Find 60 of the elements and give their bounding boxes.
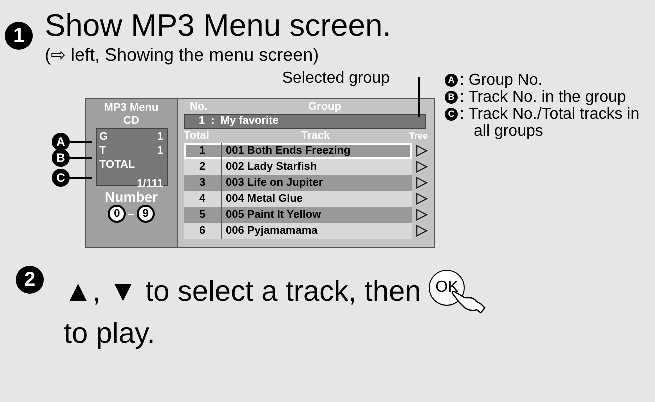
track-name: 002 Lady Starfish (225, 160, 318, 175)
triangle-icon (416, 209, 428, 221)
group-number: 1 (199, 115, 206, 128)
track-row[interactable]: 3 003 Life on Jupiter (184, 175, 412, 191)
step-instruction: to play. (64, 317, 156, 352)
group-separator: : (211, 115, 215, 128)
track-row[interactable]: 2 002 Lady Starfish (184, 159, 412, 175)
track-number: 6 (184, 223, 222, 239)
callout-label: Selected group (282, 70, 390, 88)
leader-line (70, 141, 92, 143)
info-label: T (100, 145, 106, 158)
step-note: (⇨ left, Showing the menu screen) (45, 44, 320, 66)
leader-line (70, 157, 92, 159)
letter-marker: A (52, 133, 70, 151)
column-header: Total (184, 130, 210, 143)
leader-line (418, 77, 420, 117)
track-row[interactable]: 1 001 Both Ends Freezing (184, 143, 412, 159)
step-number: 1 (5, 22, 33, 50)
column-header: Tree (409, 130, 428, 143)
track-row[interactable]: 5 005 Paint It Yellow (184, 207, 412, 223)
letter-marker: B (52, 149, 70, 167)
triangle-icon (416, 161, 428, 173)
legend-text: : Track No. in the group (460, 89, 628, 106)
step-instruction: ▲, ▼ to select a track, then (64, 275, 422, 310)
legend-text: : Track No./Total tracks in all groups (460, 106, 640, 140)
number-label: Number (105, 189, 158, 205)
number-key: 9 (136, 205, 155, 223)
info-label: G (100, 131, 108, 144)
triangle-icon (416, 225, 428, 237)
ok-button-drawing: OK (429, 270, 488, 314)
triangle-icon (416, 193, 428, 205)
track-row[interactable]: 4 004 Metal Glue (184, 191, 412, 207)
track-name: 004 Metal Glue (225, 192, 304, 207)
legend-text: : Group No. (460, 72, 544, 89)
menu-title: MP3 Menu (104, 102, 159, 115)
track-name: 005 Paint It Yellow (225, 208, 322, 223)
leader-line (70, 177, 92, 179)
column-header: No. (189, 101, 209, 114)
step-title: Show MP3 Menu screen. (45, 8, 392, 44)
track-row[interactable]: 6 006 Pyjamamama (184, 223, 412, 239)
track-name: 003 Life on Jupiter (225, 176, 324, 191)
triangle-icon (416, 145, 428, 157)
info-value: 1/111 (137, 178, 164, 191)
info-value: 1 (157, 131, 164, 144)
step-number: 2 (16, 266, 44, 294)
info-label: TOTAL (100, 159, 136, 172)
media-label: CD (124, 115, 140, 128)
letter-marker: C (445, 108, 458, 121)
letter-marker: C (52, 169, 70, 187)
column-header: Group (308, 101, 342, 114)
info-value: 1 (157, 145, 164, 158)
track-name: 006 Pyjamamama (225, 224, 318, 239)
column-header: Track (300, 130, 332, 143)
letter-marker: A (445, 74, 458, 87)
track-name: 001 Both Ends Freezing (225, 144, 351, 159)
letter-marker: B (445, 91, 458, 104)
group-name: My favorite (220, 115, 279, 128)
key-separator: – (128, 206, 135, 223)
triangle-icon (416, 177, 428, 189)
number-key: 0 (108, 205, 126, 223)
